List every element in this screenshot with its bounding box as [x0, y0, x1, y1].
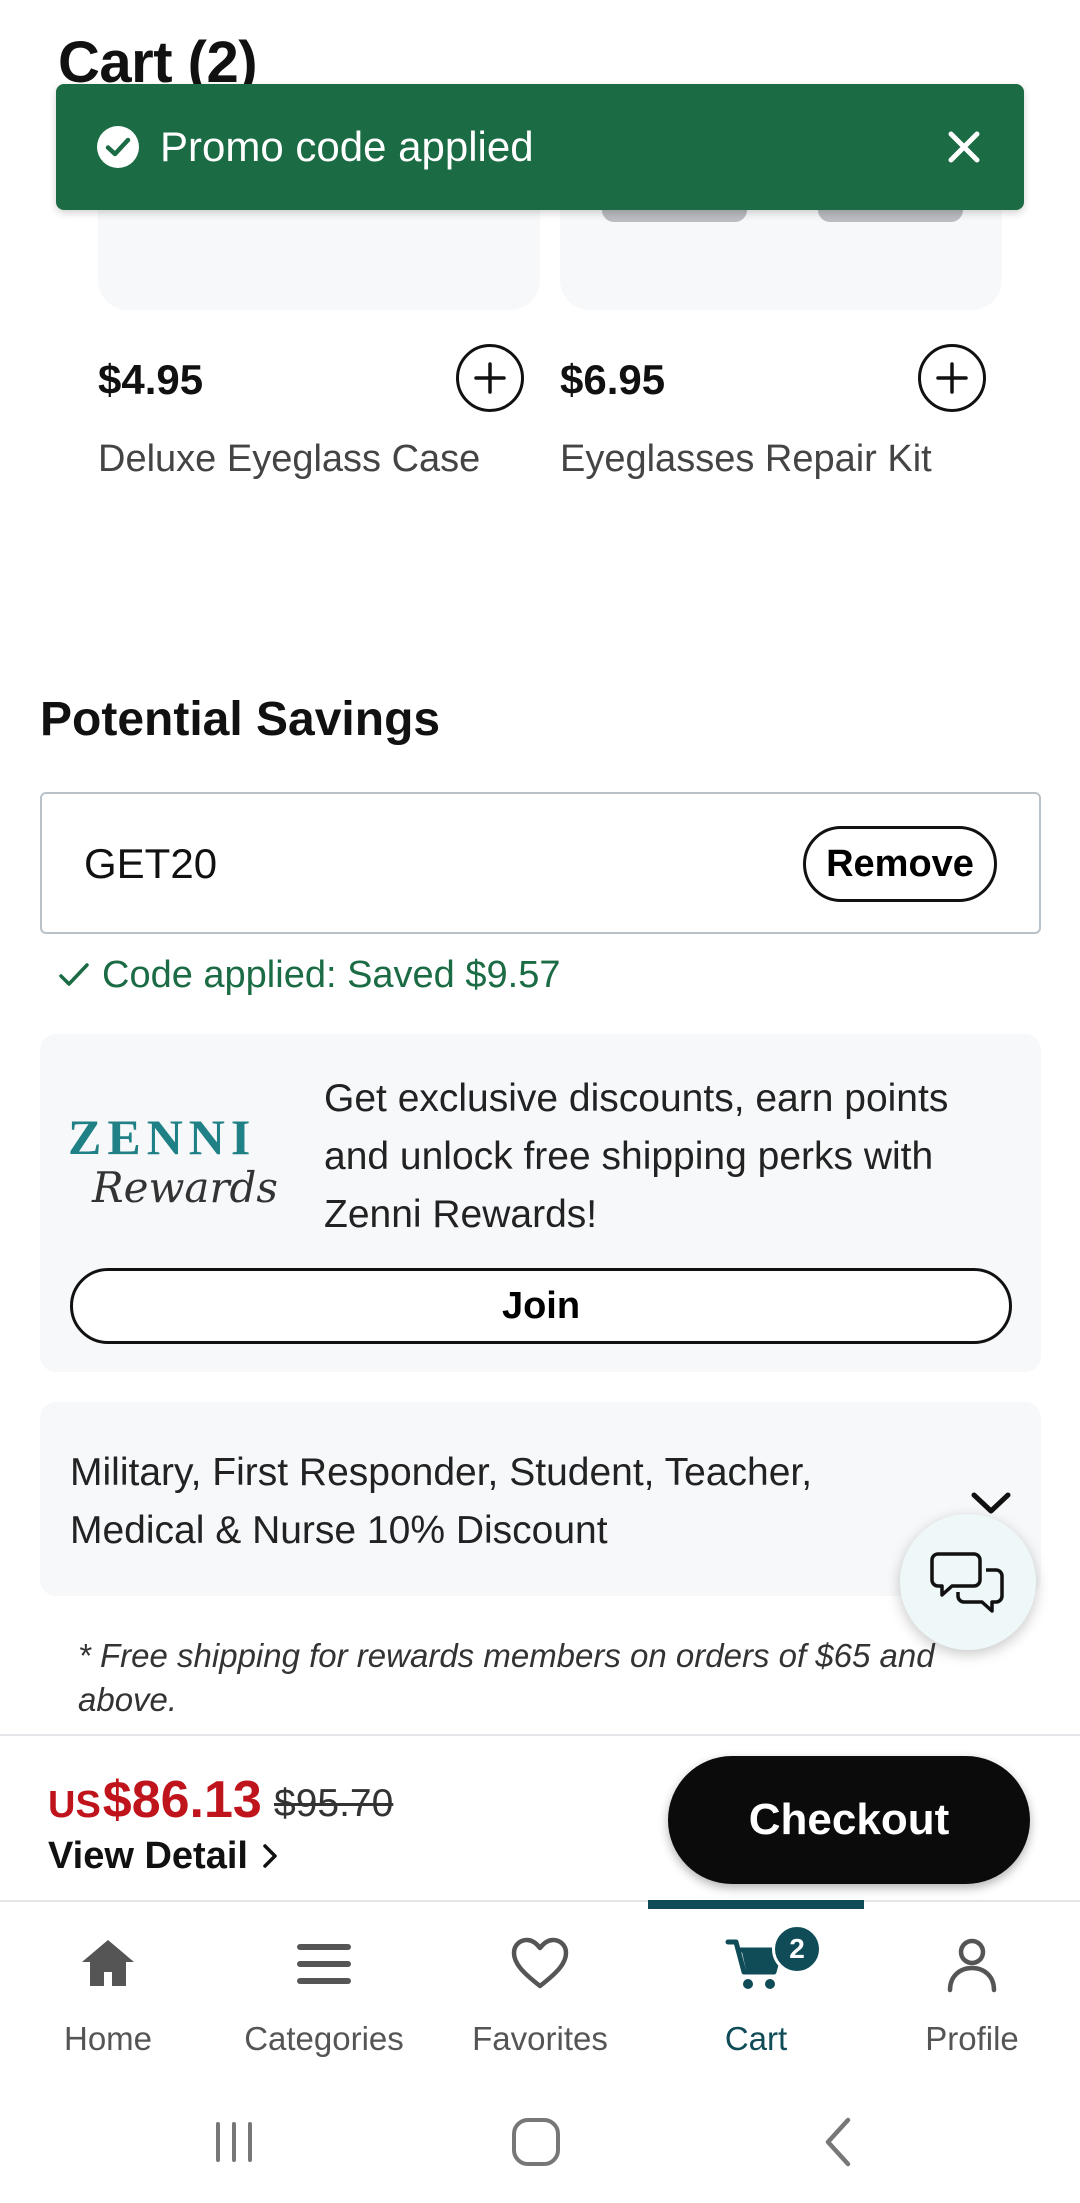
view-detail-label: View Detail — [48, 1835, 248, 1877]
currency-prefix: US — [48, 1784, 101, 1826]
original-total: $95.70 — [274, 1782, 394, 1825]
svg-text:ZENNI: ZENNI — [68, 1109, 256, 1165]
add-addon-button[interactable] — [918, 344, 986, 412]
promo-code-input[interactable] — [84, 838, 684, 890]
user-icon — [947, 1938, 997, 1993]
home-system-icon[interactable] — [506, 2112, 566, 2172]
tab-categories[interactable]: Categories — [216, 1902, 432, 2072]
product-image-fragment — [602, 210, 747, 222]
addon-name: Deluxe Eyeglass Case — [98, 438, 481, 480]
recent-apps-icon[interactable] — [204, 2112, 264, 2172]
promo-code-field: Remove — [40, 792, 1041, 934]
plus-icon — [474, 362, 506, 394]
total-amount: $86.13 — [102, 1771, 262, 1829]
add-addon-button[interactable] — [456, 344, 524, 412]
shipping-footnote: * Free shipping for rewards members on o… — [78, 1637, 935, 1718]
tab-label: Cart — [724, 2020, 788, 2057]
rewards-description: Get exclusive discounts, earn points and… — [324, 1077, 949, 1236]
cart-count-badge: 2 — [772, 1924, 822, 1974]
back-icon[interactable] — [810, 2112, 870, 2172]
chevron-right-icon — [263, 1844, 277, 1868]
tab-favorites[interactable]: Favorites — [432, 1902, 648, 2072]
order-total: US $86.13 — [48, 1768, 262, 1837]
chat-bubbles-icon — [930, 1552, 1004, 1613]
checkout-bar: US $86.13 $95.70 View Detail Checkout — [0, 1734, 1080, 1900]
heart-icon — [511, 1937, 569, 1989]
plus-icon — [936, 362, 968, 394]
addon-price: $6.95 — [560, 356, 666, 403]
chat-button[interactable] — [900, 1514, 1036, 1650]
discount-accordion[interactable]: Military, First Responder, Student, Teac… — [40, 1402, 1041, 1596]
join-rewards-button[interactable]: Join — [70, 1268, 1012, 1344]
promo-applied-message: Code applied: Saved $9.57 — [102, 954, 561, 996]
product-image-fragment — [818, 210, 963, 222]
tab-label: Favorites — [472, 2020, 608, 2057]
close-toast-button[interactable] — [938, 121, 990, 173]
menu-icon — [297, 1944, 351, 1984]
addon-price: $4.95 — [98, 356, 204, 403]
potential-savings-title: Potential Savings — [40, 693, 441, 746]
toast-message: Promo code applied — [160, 123, 534, 170]
promo-applied-status: Code applied: Saved $9.57 — [58, 950, 560, 1000]
tab-cart[interactable]: 2 Cart — [648, 1900, 864, 2072]
tab-profile[interactable]: Profile — [864, 1902, 1080, 2072]
svg-text:Rewards: Rewards — [91, 1163, 278, 1212]
active-tab-indicator — [648, 1900, 864, 1909]
view-detail-link[interactable]: View Detail — [48, 1830, 278, 1882]
tab-label: Categories — [244, 2020, 404, 2057]
promo-toast: Promo code applied — [56, 84, 1024, 210]
tab-label: Home — [63, 2020, 153, 2057]
checkout-button[interactable]: Checkout — [668, 1756, 1030, 1884]
tab-label: Profile — [925, 2020, 1019, 2057]
remove-promo-button[interactable]: Remove — [803, 826, 997, 902]
close-icon — [948, 131, 980, 163]
bottom-tab-bar: Home Categories Favorites 2 Cart Profile — [0, 1900, 1080, 2070]
check-circle-icon — [97, 126, 139, 168]
checkmark-icon — [59, 963, 89, 986]
zenni-rewards-logo: ZENNI Rewards — [68, 1109, 278, 1212]
addon-name: Eyeglasses Repair Kit — [560, 438, 932, 480]
rewards-banner: ZENNI Rewards Get exclusive discounts, e… — [40, 1034, 1041, 1372]
discount-label: Military, First Responder, Student, Teac… — [70, 1451, 813, 1552]
home-icon — [82, 1940, 134, 1986]
system-navigation-bar — [0, 2070, 1080, 2203]
tab-home[interactable]: Home — [0, 1902, 216, 2072]
